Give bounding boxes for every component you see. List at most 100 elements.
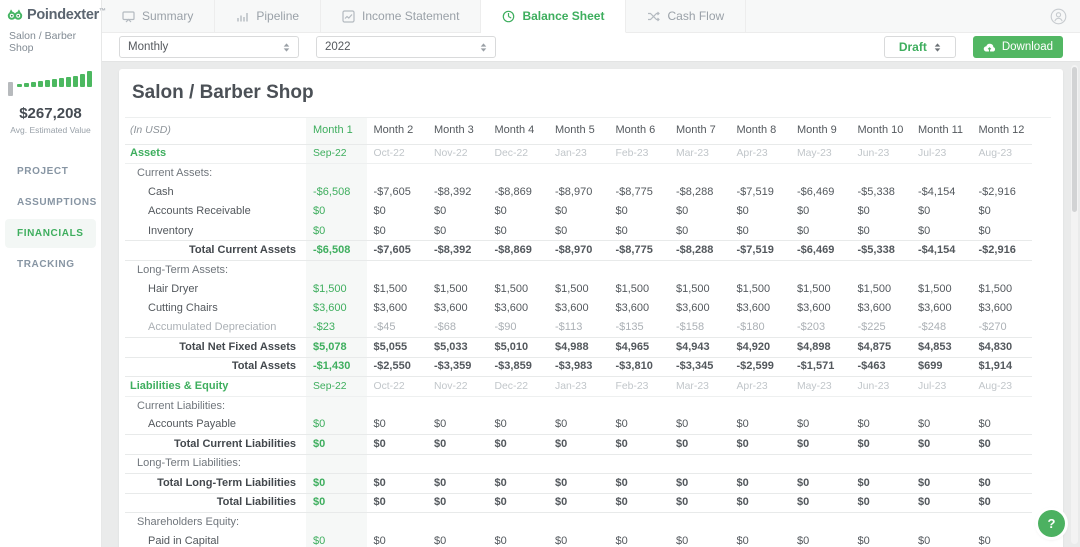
value-cell: $4,965 <box>608 337 669 358</box>
tab-balance-sheet[interactable]: Balance Sheet <box>481 0 627 33</box>
value-cell: $0 <box>918 224 931 237</box>
value-cell: $0 <box>306 202 367 222</box>
value-cell: $0 <box>669 473 730 494</box>
tab-income-statement[interactable]: Income Statement <box>321 0 482 32</box>
long-term-liabilities-label: Long-Term Liabilities: <box>137 457 241 470</box>
value-cell: $3,600 <box>978 302 1013 315</box>
clock-icon <box>503 10 515 22</box>
value-cell: -$5,338 <box>850 240 911 261</box>
date-cell: Jan-23 <box>548 144 609 164</box>
value-cell: $0 <box>676 535 689 547</box>
accumulated-depreciation-label: Accumulated Depreciation <box>148 321 277 334</box>
date-cell: Nov-22 <box>427 376 488 397</box>
download-button[interactable]: Download <box>972 36 1063 58</box>
value-cell <box>790 260 851 279</box>
table-row-inventory: Inventory $0 $0 $0 $0 $0 $0 $0 $0 $0 $0 $0 $0 <box>125 221 1032 241</box>
value-cell: $0 <box>669 434 730 455</box>
cutting-chairs-label: Cutting Chairs <box>148 302 218 315</box>
chart-bar <box>79 74 85 87</box>
value-cell: -$3,859 <box>487 356 548 378</box>
value-cell: -$7,605 <box>373 185 411 198</box>
date-cell: Dec-22 <box>487 376 548 397</box>
value-cell: $0 <box>306 434 367 455</box>
period-select[interactable]: Monthly <box>119 36 299 58</box>
value-cell: -$3,983 <box>548 356 609 378</box>
value-cell <box>911 454 972 473</box>
value-cell: $0 <box>736 224 749 237</box>
date-cell: Jun-23 <box>850 376 911 397</box>
value-cell: $0 <box>971 473 1032 494</box>
value-cell: $0 <box>427 473 488 494</box>
column-header-month-5[interactable]: Month 5 <box>548 118 609 145</box>
value-cell <box>609 163 670 182</box>
column-header-month-9[interactable]: Month 9 <box>790 118 851 145</box>
balance-table: (In USD) Month 1 Month 2 Month 3 Month 4 Mont… <box>125 118 1032 547</box>
accounts-payable-label: Accounts Payable <box>148 418 237 431</box>
date-cell: Feb-23 <box>608 376 669 397</box>
table-row-total-current-assets: Total Current Assets -$6,508 -$7,605 -$8,39… <box>125 240 1032 261</box>
value-cell: $0 <box>366 473 427 494</box>
column-header-month-10[interactable]: Month 10 <box>850 118 911 145</box>
app-window: Poindexter™ Salon / Barber Shop $267,208… <box>0 0 1080 547</box>
shareholders-equity-label: Shareholders Equity: <box>137 515 240 528</box>
value-cell: -$8,775 <box>608 240 669 261</box>
value-cell: $0 <box>790 434 851 455</box>
value-cell <box>911 512 972 531</box>
column-header-month-11[interactable]: Month 11 <box>911 118 972 145</box>
value-cell: -$45 <box>373 321 396 334</box>
sidebar-item-financials[interactable]: FINANCIALS <box>5 219 96 248</box>
user-circle-icon[interactable] <box>1050 8 1067 25</box>
presentation-icon <box>122 10 135 22</box>
tab-label: Cash Flow <box>667 9 725 23</box>
tab-label: Balance Sheet <box>522 9 605 23</box>
column-header-month-1[interactable]: Month 1 <box>306 118 367 145</box>
column-header-month-8[interactable]: Month 8 <box>729 118 790 145</box>
status-select[interactable]: Draft <box>883 36 956 58</box>
value-cell: $0 <box>306 531 367 547</box>
value-cell: $1,500 <box>434 282 468 295</box>
column-header-month-6[interactable]: Month 6 <box>608 118 669 145</box>
column-header-month-3[interactable]: Month 3 <box>427 118 488 145</box>
value-cell: $0 <box>797 418 810 431</box>
assets-label: Assets <box>125 144 306 164</box>
tab-summary[interactable]: Summary <box>101 0 216 32</box>
value-cell: $0 <box>366 434 427 455</box>
tab-pipeline[interactable]: Pipeline <box>215 0 322 32</box>
value-cell <box>790 454 851 473</box>
date-cell: May-23 <box>790 376 851 397</box>
value-cell <box>306 260 367 280</box>
year-select[interactable]: 2022 <box>316 36 496 58</box>
date-cell: Nov-22 <box>427 144 488 164</box>
value-cell <box>851 454 912 473</box>
sidebar-item-tracking[interactable]: TRACKING <box>5 250 96 279</box>
value-cell <box>790 512 851 531</box>
date-cell: Aug-23 <box>971 376 1032 397</box>
table-row-current-liabilities: Current Liabilities: <box>125 396 1032 416</box>
value-cell: $0 <box>434 418 447 431</box>
table-row-current-assets: Current Assets: <box>125 163 1032 183</box>
brand-logo[interactable]: Poindexter™ <box>0 0 106 23</box>
scrollbar-thumb[interactable] <box>1072 67 1077 212</box>
value-cell: $0 <box>373 535 386 547</box>
value-cell: -$90 <box>494 321 517 334</box>
tab-cash-flow[interactable]: Cash Flow <box>626 0 747 32</box>
column-header-month-4[interactable]: Month 4 <box>487 118 548 145</box>
sidebar-item-assumptions[interactable]: ASSUMPTIONS <box>5 188 96 217</box>
value-cell: -$158 <box>676 321 705 334</box>
value-cell: $0 <box>797 224 810 237</box>
help-fab-button[interactable]: ? <box>1038 510 1065 537</box>
sidebar-item-project[interactable]: PROJECT <box>5 157 96 186</box>
chart-bar <box>72 76 78 87</box>
value-cell: -$8,970 <box>555 185 593 198</box>
value-cell: -$1,430 <box>306 356 367 378</box>
column-header-month-7[interactable]: Month 7 <box>669 118 730 145</box>
value-cell: $0 <box>797 535 810 547</box>
chart-bar <box>23 83 29 87</box>
value-cell <box>790 396 851 415</box>
column-header-month-12[interactable]: Month 12 <box>971 118 1032 145</box>
sidebar-menu: PROJECT ASSUMPTIONS FINANCIALS TRACKING <box>0 155 101 281</box>
value-cell: -$4,154 <box>918 185 956 198</box>
table-row-total-net-fixed-assets: Total Net Fixed Assets $5,078 $5,055 $5,033… <box>125 337 1032 358</box>
nav-tabs: Summary Pipeline Income Statement Balance S… <box>101 0 1080 33</box>
column-header-month-2[interactable]: Month 2 <box>366 118 427 145</box>
